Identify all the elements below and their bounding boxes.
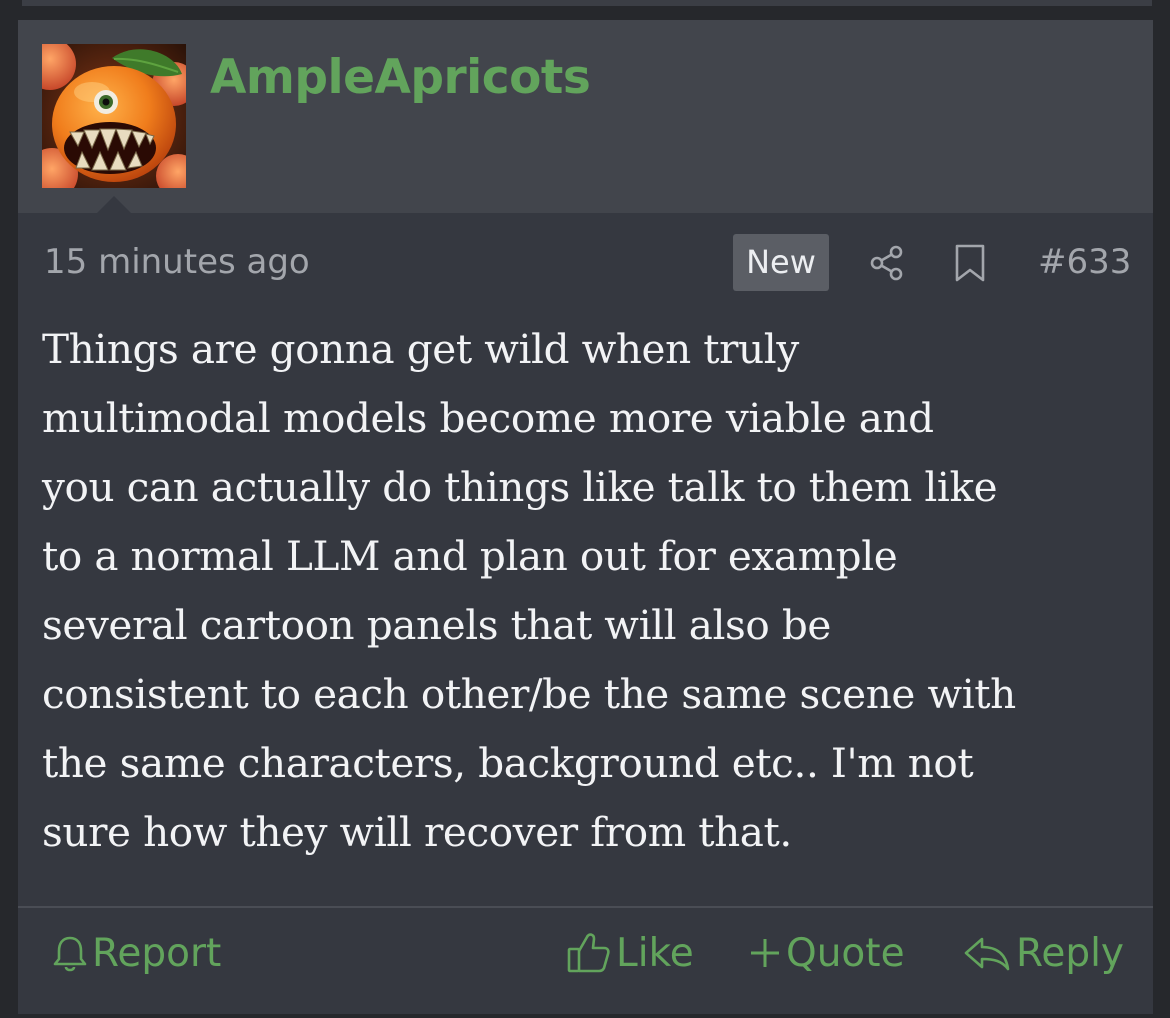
plus-icon [751,939,779,967]
reply-button[interactable]: Reply [962,928,1124,978]
new-badge: New [733,234,829,291]
post-actions: Report Like Quote Reply [18,908,1153,1014]
like-button[interactable]: Like [566,928,694,978]
user-avatar[interactable] [42,44,186,188]
quote-label: Quote [786,930,905,976]
post-timestamp[interactable]: 15 minutes ago [44,242,310,282]
post-header: AmpleApricots [18,20,1153,214]
post-body: Things are gonna get wild when truly mul… [42,325,1016,856]
report-label: Report [92,930,222,976]
quote-button[interactable]: Quote [748,928,905,978]
reply-icon [964,937,1010,971]
forum-post: AmpleApricots 15 minutes ago New #633 Th… [18,20,1153,1014]
post-meta: 15 minutes ago New #633 [18,234,1153,292]
reply-label: Reply [1016,930,1125,976]
thumbs-up-icon [567,933,610,973]
previous-post-edge [22,0,1152,6]
report-button[interactable]: Report [52,928,221,978]
like-label: Like [616,930,694,976]
apricot-monster-avatar [42,44,186,188]
bell-icon [53,936,87,972]
header-pointer [96,196,132,214]
bookmark-icon[interactable] [953,243,987,283]
username[interactable]: AmpleApricots [210,50,591,105]
post-number[interactable]: #633 [1038,242,1131,282]
share-icon[interactable] [868,244,906,282]
